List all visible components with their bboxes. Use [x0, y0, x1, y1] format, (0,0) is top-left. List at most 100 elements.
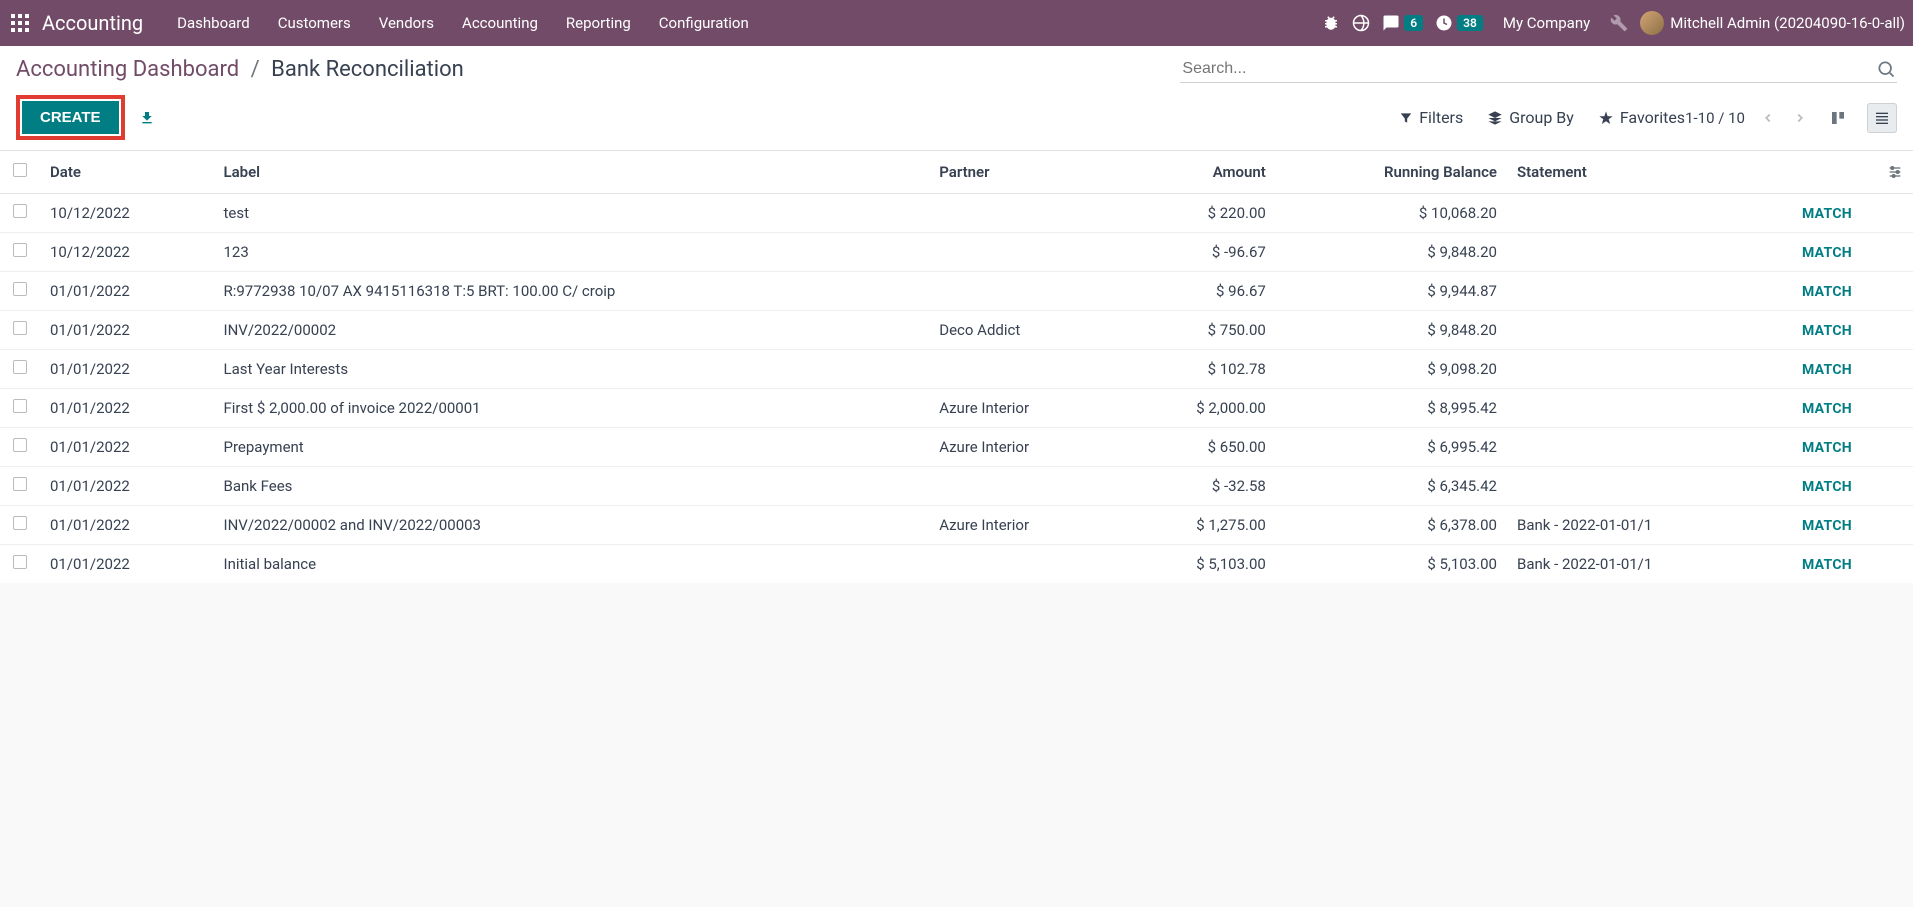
col-running[interactable]: Running Balance — [1276, 151, 1507, 194]
menu-configuration[interactable]: Configuration — [645, 14, 763, 32]
select-all-checkbox[interactable] — [13, 163, 27, 177]
cell-amount: $ -96.67 — [1120, 233, 1276, 272]
navbar: Accounting Dashboard Customers Vendors A… — [0, 0, 1913, 46]
row-checkbox[interactable] — [13, 438, 27, 452]
table-row[interactable]: 01/01/2022 INV/2022/00002 and INV/2022/0… — [0, 506, 1913, 545]
table-row[interactable]: 10/12/2022 test $ 220.00 $ 10,068.20 MAT… — [0, 194, 1913, 233]
cell-label: Last Year Interests — [213, 350, 929, 389]
match-button[interactable]: MATCH — [1802, 323, 1852, 339]
kanban-view-button[interactable] — [1823, 103, 1853, 133]
cell-date: 01/01/2022 — [40, 272, 213, 311]
table-row[interactable]: 10/12/2022 123 $ -96.67 $ 9,848.20 MATCH — [0, 233, 1913, 272]
avatar — [1640, 11, 1664, 35]
breadcrumb-parent[interactable]: Accounting Dashboard — [16, 57, 239, 82]
row-checkbox[interactable] — [13, 516, 27, 530]
match-button[interactable]: MATCH — [1802, 479, 1852, 495]
menu-dashboard[interactable]: Dashboard — [163, 14, 264, 32]
col-amount[interactable]: Amount — [1120, 151, 1276, 194]
app-brand[interactable]: Accounting — [42, 11, 143, 35]
conversations-icon[interactable]: 6 — [1382, 14, 1423, 32]
create-button[interactable]: CREATE — [22, 101, 119, 134]
search-input[interactable] — [1180, 56, 1875, 82]
apps-icon[interactable] — [8, 11, 32, 35]
match-button[interactable]: MATCH — [1802, 245, 1852, 261]
table-row[interactable]: 01/01/2022 Initial balance $ 5,103.00 $ … — [0, 545, 1913, 584]
cell-date: 01/01/2022 — [40, 545, 213, 584]
activities-icon[interactable]: 38 — [1435, 14, 1483, 32]
match-button[interactable]: MATCH — [1802, 440, 1852, 456]
table-row[interactable]: 01/01/2022 Prepayment Azure Interior $ 6… — [0, 428, 1913, 467]
col-partner[interactable]: Partner — [929, 151, 1120, 194]
cell-amount: $ 5,103.00 — [1120, 545, 1276, 584]
row-checkbox[interactable] — [13, 204, 27, 218]
cell-amount: $ 750.00 — [1120, 311, 1276, 350]
table-row[interactable]: 01/01/2022 Last Year Interests $ 102.78 … — [0, 350, 1913, 389]
cell-date: 01/01/2022 — [40, 428, 213, 467]
filters-button[interactable]: Filters — [1399, 108, 1463, 127]
cell-amount: $ 2,000.00 — [1120, 389, 1276, 428]
tools-icon[interactable] — [1610, 14, 1628, 32]
match-button[interactable]: MATCH — [1802, 284, 1852, 300]
breadcrumb: Accounting Dashboard / Bank Reconciliati… — [16, 57, 464, 82]
cell-label: 123 — [213, 233, 929, 272]
filter-bar: Filters Group By Favorites — [1399, 108, 1685, 127]
menu-accounting[interactable]: Accounting — [448, 14, 552, 32]
cell-label: Bank Fees — [213, 467, 929, 506]
pager[interactable]: 1-10 / 10 — [1685, 109, 1745, 127]
menu-vendors[interactable]: Vendors — [365, 14, 448, 32]
conversations-badge: 6 — [1404, 15, 1423, 31]
row-checkbox[interactable] — [13, 243, 27, 257]
row-checkbox[interactable] — [13, 360, 27, 374]
cell-running: $ 9,848.20 — [1276, 233, 1507, 272]
table-row[interactable]: 01/01/2022 R:9772938 10/07 AX 9415116318… — [0, 272, 1913, 311]
row-checkbox[interactable] — [13, 399, 27, 413]
favorites-button[interactable]: Favorites — [1598, 108, 1685, 127]
match-button[interactable]: MATCH — [1802, 518, 1852, 534]
col-label[interactable]: Label — [213, 151, 929, 194]
navbar-right: 6 38 My Company Mitchell Admin (20204090… — [1322, 11, 1905, 35]
match-button[interactable]: MATCH — [1802, 557, 1852, 573]
cell-running: $ 5,103.00 — [1276, 545, 1507, 584]
menu-customers[interactable]: Customers — [264, 14, 365, 32]
cell-label: INV/2022/00002 and INV/2022/00003 — [213, 506, 929, 545]
cell-date: 01/01/2022 — [40, 506, 213, 545]
cell-statement — [1507, 428, 1777, 467]
company-selector[interactable]: My Company — [1503, 14, 1590, 32]
row-checkbox[interactable] — [13, 282, 27, 296]
create-highlight: CREATE — [16, 95, 125, 140]
cell-date: 10/12/2022 — [40, 194, 213, 233]
pager-prev-icon[interactable] — [1759, 109, 1777, 127]
menu-reporting[interactable]: Reporting — [552, 14, 645, 32]
table-row[interactable]: 01/01/2022 Bank Fees $ -32.58 $ 6,345.42… — [0, 467, 1913, 506]
controls-right: 1-10 / 10 — [1685, 103, 1897, 133]
user-menu[interactable]: Mitchell Admin (20204090-16-0-all) — [1640, 11, 1905, 35]
list-view-button[interactable] — [1867, 103, 1897, 133]
search-icon[interactable] — [1876, 58, 1897, 80]
cell-statement — [1507, 311, 1777, 350]
match-button[interactable]: MATCH — [1802, 206, 1852, 222]
cell-label: Initial balance — [213, 545, 929, 584]
cell-date: 01/01/2022 — [40, 350, 213, 389]
cell-label: test — [213, 194, 929, 233]
cell-amount: $ 220.00 — [1120, 194, 1276, 233]
row-checkbox[interactable] — [13, 321, 27, 335]
cell-running: $ 10,068.20 — [1276, 194, 1507, 233]
row-checkbox[interactable] — [13, 477, 27, 491]
table-row[interactable]: 01/01/2022 INV/2022/00002 Deco Addict $ … — [0, 311, 1913, 350]
column-settings-icon[interactable] — [1887, 164, 1903, 180]
cell-partner: Azure Interior — [929, 389, 1120, 428]
col-statement[interactable]: Statement — [1507, 151, 1777, 194]
pager-next-icon[interactable] — [1791, 109, 1809, 127]
match-button[interactable]: MATCH — [1802, 401, 1852, 417]
row-checkbox[interactable] — [13, 555, 27, 569]
download-icon[interactable] — [139, 110, 155, 126]
cell-statement — [1507, 272, 1777, 311]
debug-icon[interactable] — [1322, 14, 1340, 32]
match-button[interactable]: MATCH — [1802, 362, 1852, 378]
table-row[interactable]: 01/01/2022 First $ 2,000.00 of invoice 2… — [0, 389, 1913, 428]
groupby-button[interactable]: Group By — [1487, 108, 1574, 127]
col-date[interactable]: Date — [40, 151, 213, 194]
cell-statement — [1507, 389, 1777, 428]
cell-running: $ 6,345.42 — [1276, 467, 1507, 506]
support-icon[interactable] — [1352, 14, 1370, 32]
